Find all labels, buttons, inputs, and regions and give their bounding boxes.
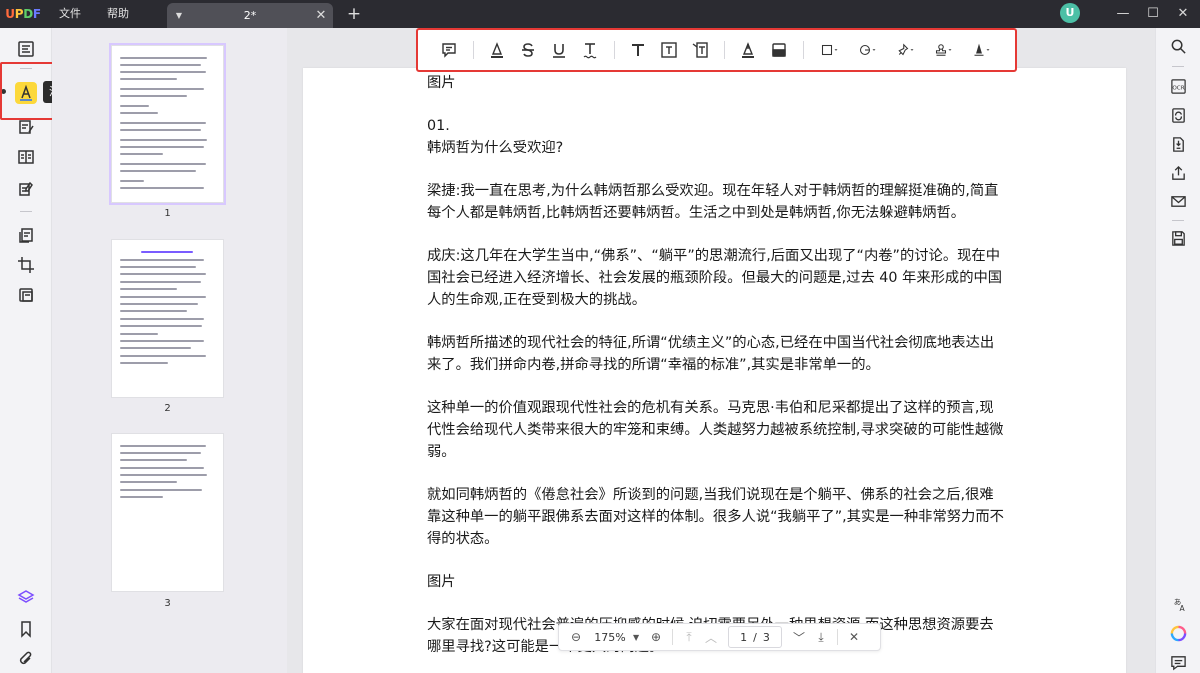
shape-circle-icon[interactable] — [854, 38, 882, 62]
zoom-in-icon[interactable]: ⊕ — [645, 626, 667, 648]
total-pages: 3 — [762, 630, 770, 644]
thumbnail-label-1: 1 — [164, 208, 171, 219]
right-tool-rail: OCR あA — [1155, 28, 1200, 673]
page-indicator[interactable]: 1 / 3 — [728, 626, 782, 648]
sticky-note-icon[interactable] — [438, 38, 459, 62]
page-thumbnail-3[interactable] — [111, 433, 224, 592]
convert-icon[interactable] — [1168, 105, 1188, 125]
tab-title: 2* — [243, 9, 257, 22]
ai-assistant-icon[interactable] — [1168, 623, 1188, 643]
page-content: 图片 01. 韩炳哲为什么受欢迎? 梁捷:我一直在思考,为什么韩炳哲那么受欢迎。… — [427, 72, 1007, 673]
pdf-page[interactable]: 图片 01. 韩炳哲为什么受欢迎? 梁捷:我一直在思考,为什么韩炳哲那么受欢迎。… — [303, 68, 1126, 673]
comment-panel-icon[interactable] — [1168, 652, 1188, 672]
thumbnail-label-2: 2 — [164, 403, 171, 414]
text-box-icon[interactable] — [658, 38, 679, 62]
save-icon[interactable] — [1168, 228, 1188, 248]
protect-icon[interactable] — [15, 284, 37, 306]
highlight-icon[interactable] — [486, 38, 507, 62]
paragraph: 梁捷:我一直在思考,为什么韩炳哲那么受欢迎。现在年轻人对于韩炳哲的理解挺准确的,… — [427, 183, 999, 221]
page-separator: / — [753, 630, 757, 644]
thumbnail-label-3: 3 — [164, 598, 171, 609]
zoom-level[interactable]: 175% — [587, 631, 633, 644]
page-layout-icon[interactable] — [15, 146, 37, 168]
tab-dropdown-icon[interactable]: ▼ — [167, 11, 191, 20]
close-zoom-bar-icon[interactable]: ✕ — [843, 626, 865, 648]
rail-separator — [1172, 220, 1184, 221]
eraser-icon[interactable] — [768, 38, 789, 62]
zoom-out-icon[interactable]: ⊖ — [565, 626, 587, 648]
minimize-button[interactable]: — — [1108, 0, 1138, 28]
paragraph: 01. 韩炳哲为什么受欢迎? — [427, 118, 564, 156]
pencil-icon[interactable] — [737, 38, 758, 62]
menu-help[interactable]: 帮助 — [94, 0, 142, 28]
stamp-icon[interactable] — [930, 38, 958, 62]
attachment-icon[interactable] — [15, 648, 37, 670]
strikethrough-icon[interactable] — [517, 38, 538, 62]
squiggly-underline-icon[interactable] — [579, 38, 600, 62]
current-page[interactable]: 1 — [740, 631, 747, 644]
paragraph: 韩炳哲所描述的现代社会的特征,所谓“优绩主义”的心态,已经在中国当代社会彻底地表… — [427, 335, 995, 373]
zoom-bar: ⊖ 175% ▼ ⊕ ⤒ ︿ 1 / 3 ﹀ ⤓ ✕ — [558, 623, 881, 651]
compress-icon[interactable] — [1168, 134, 1188, 154]
layers-icon[interactable] — [15, 586, 37, 608]
share-icon[interactable] — [1168, 163, 1188, 183]
annotation-toolbar — [416, 28, 1017, 72]
paragraph: 图片 — [427, 574, 456, 590]
paragraph: 图片 — [427, 75, 456, 91]
document-tab[interactable]: ▼ 2* ✕ — [167, 3, 333, 28]
svg-text:A: A — [1179, 604, 1185, 613]
pin-icon[interactable] — [892, 38, 920, 62]
last-page-icon[interactable]: ⤓ — [810, 626, 832, 648]
tab-close-icon[interactable]: ✕ — [309, 8, 333, 23]
paragraph: 这种单一的价值观跟现代性社会的危机有关系。马克思·韦伯和尼采都提出了这样的预言,… — [427, 400, 1004, 460]
text-callout-icon[interactable] — [689, 38, 710, 62]
page-thumbnail-2[interactable] — [111, 239, 224, 398]
organize-pages-icon[interactable] — [15, 224, 37, 246]
crop-icon[interactable] — [15, 254, 37, 276]
text-icon[interactable] — [627, 38, 648, 62]
fill-sign-icon[interactable] — [15, 178, 37, 200]
ocr-icon[interactable]: OCR — [1168, 76, 1188, 96]
reader-icon[interactable] — [15, 38, 37, 60]
next-page-icon[interactable]: ﹀ — [788, 626, 810, 648]
underline-icon[interactable] — [548, 38, 569, 62]
document-viewer[interactable]: 图片 01. 韩炳哲为什么受欢迎? 梁捷:我一直在思考,为什么韩炳哲那么受欢迎。… — [287, 28, 1155, 673]
updf-logo: UPDF — [5, 7, 41, 21]
rectangle-shape-icon[interactable] — [816, 38, 844, 62]
close-window-button[interactable]: ✕ — [1168, 0, 1198, 28]
previous-page-icon[interactable]: ︿ — [700, 626, 722, 648]
search-icon[interactable] — [1168, 36, 1188, 56]
first-page-icon[interactable]: ⤒ — [678, 626, 700, 648]
thumbnail-panel: 1 2 3 — [52, 28, 287, 673]
paragraph: 就如同韩炳哲的《倦怠社会》所谈到的问题,当我们说现在是个躺平、佛系的社会之后,很… — [427, 487, 1004, 547]
paragraph: 成庆:这几年在大学生当中,“佛系”、“躺平”的思潮流行,后面又出现了“内卷”的讨… — [427, 248, 1003, 308]
menu-file[interactable]: 文件 — [46, 0, 94, 28]
translate-icon[interactable]: あA — [1168, 594, 1188, 614]
left-tool-rail — [0, 28, 52, 673]
new-tab-button[interactable]: + — [344, 3, 364, 25]
signature-icon[interactable] — [968, 38, 996, 62]
rail-separator — [20, 211, 32, 212]
maximize-button[interactable]: ☐ — [1138, 0, 1168, 28]
bookmark-icon[interactable] — [15, 618, 37, 640]
svg-text:OCR: OCR — [1172, 85, 1184, 91]
zoom-dropdown-icon[interactable]: ▼ — [633, 633, 645, 642]
rail-separator — [1172, 66, 1184, 67]
email-icon[interactable] — [1168, 191, 1188, 211]
user-avatar[interactable]: U — [1060, 3, 1080, 23]
page-thumbnail-1[interactable] — [109, 43, 226, 205]
